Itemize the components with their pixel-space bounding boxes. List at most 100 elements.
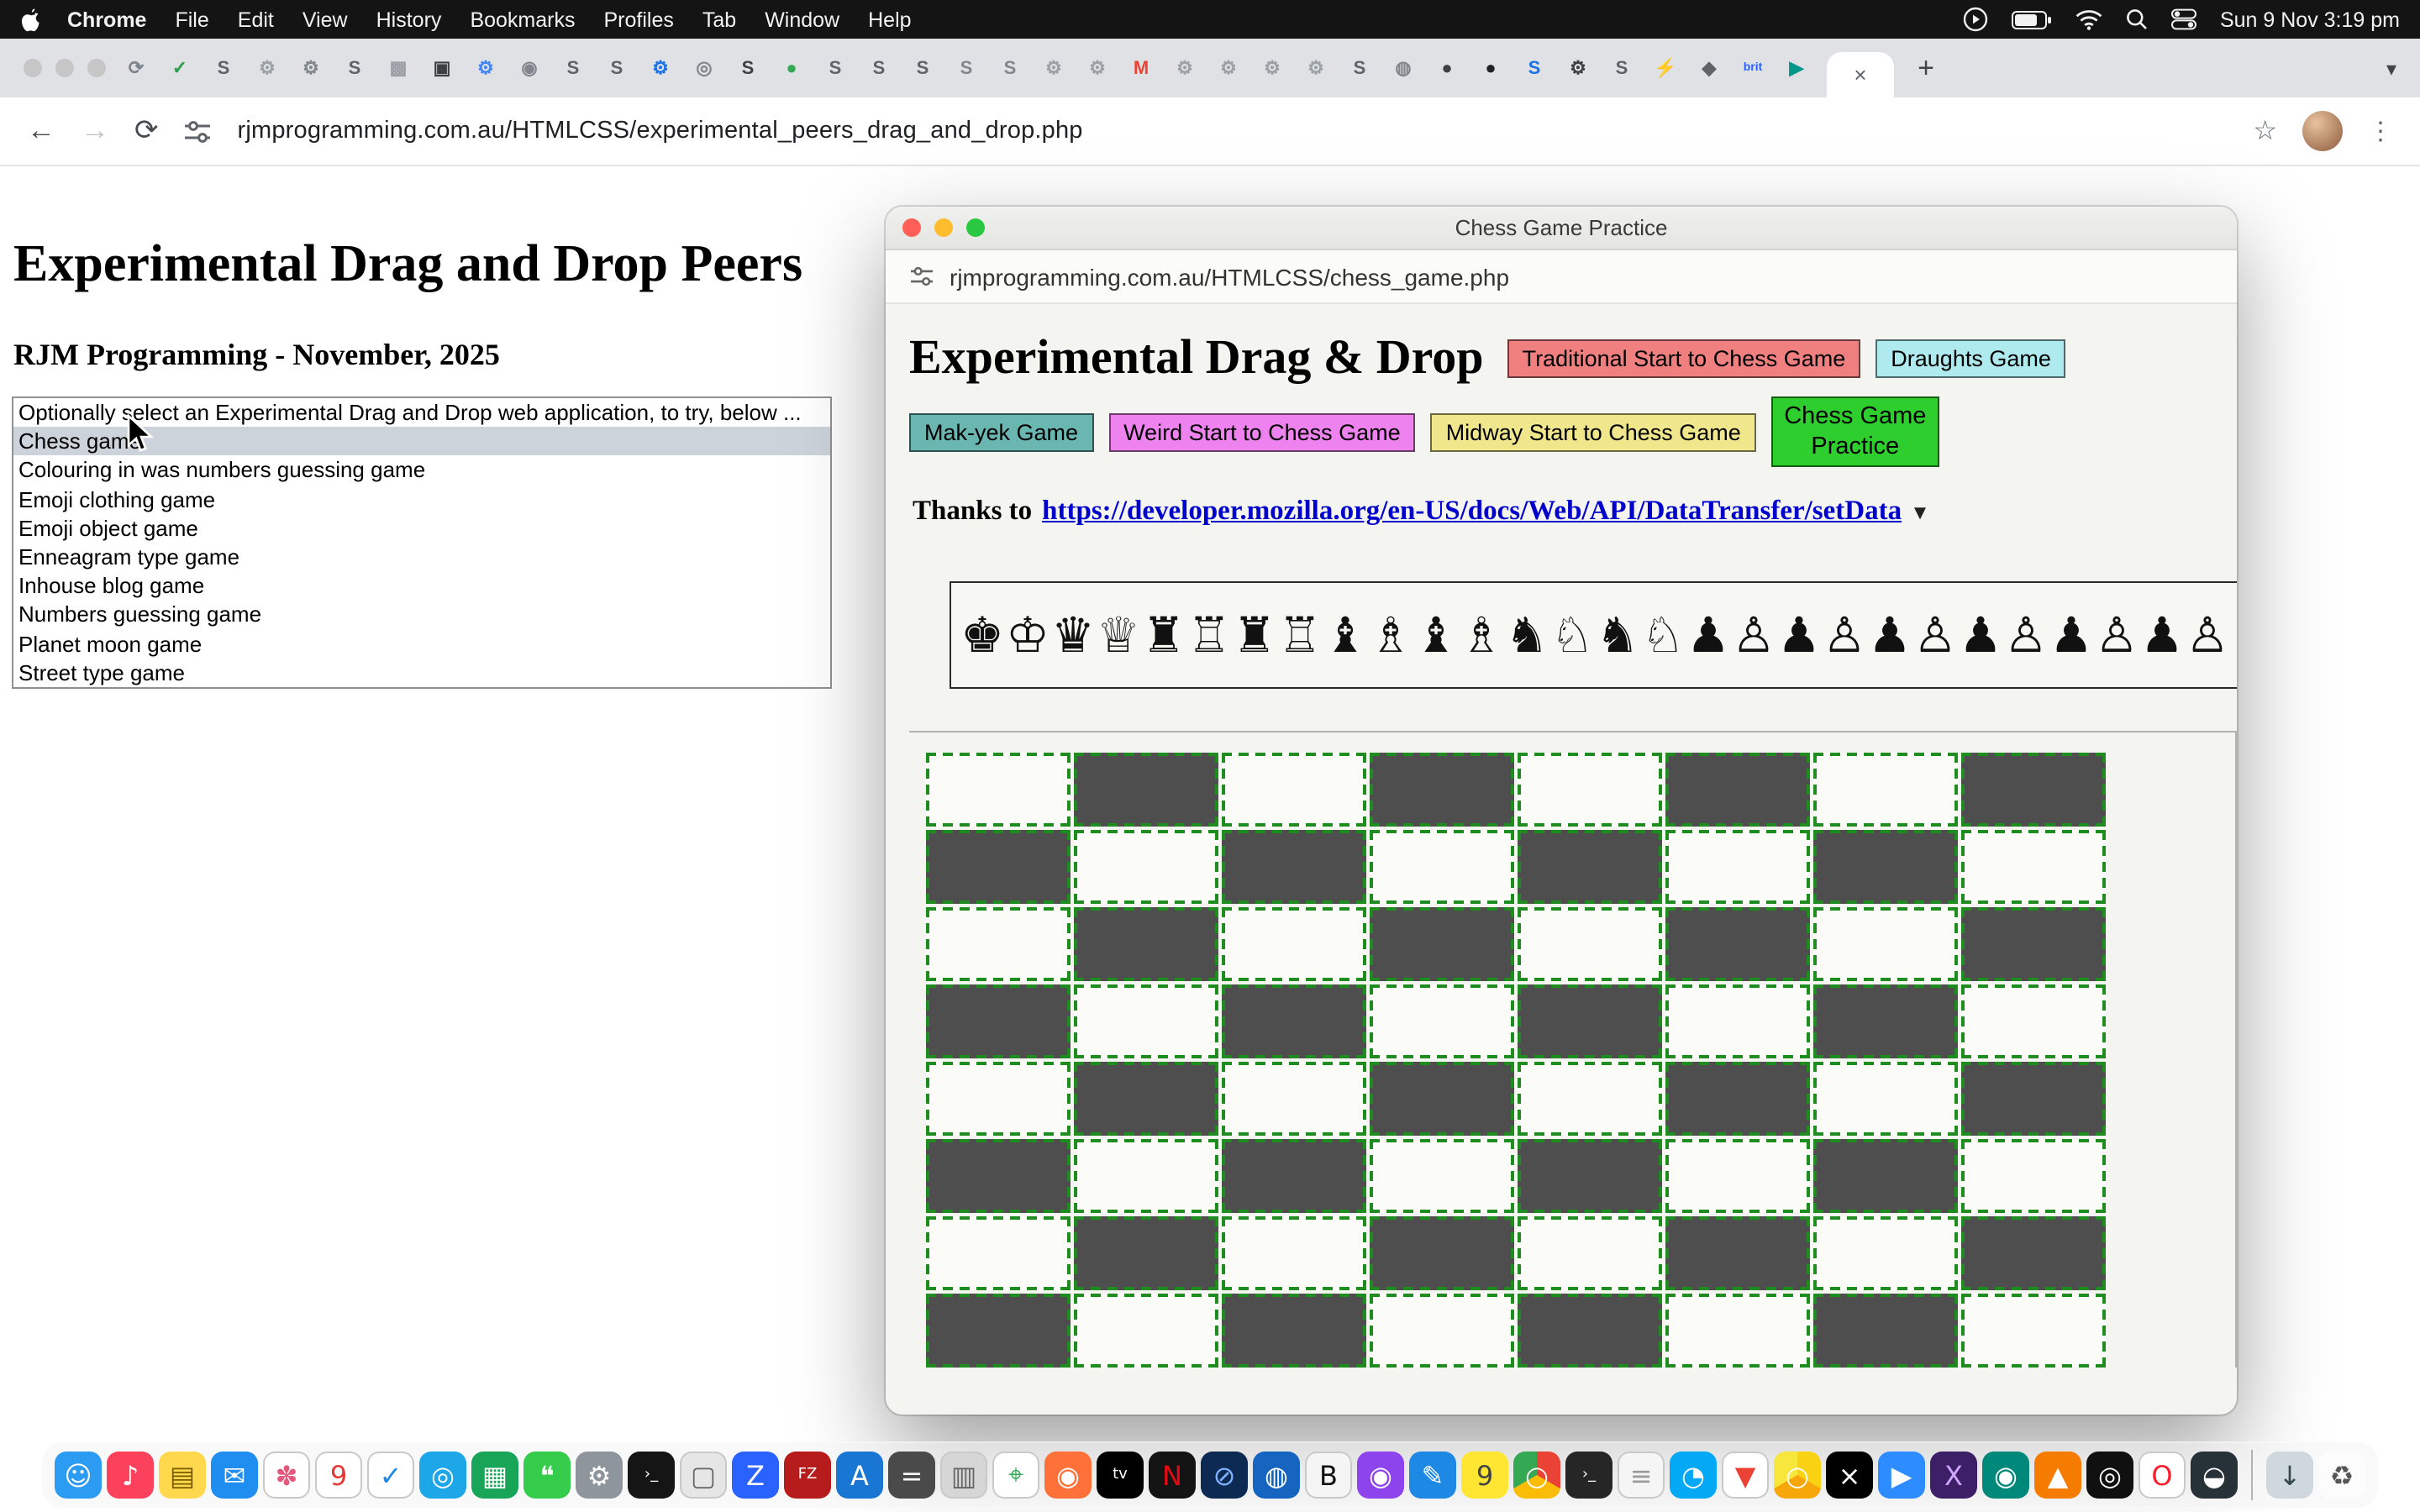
board-cell[interactable] [1074, 831, 1218, 905]
chess-piece[interactable]: ♟ [1686, 607, 1731, 664]
board-cell[interactable] [1665, 908, 1810, 982]
board-cell[interactable] [1665, 753, 1810, 827]
menu-profiles[interactable]: Profiles [604, 8, 674, 31]
board-cell[interactable] [1665, 831, 1810, 905]
pinned-tab-favicon[interactable]: ⚙ [647, 55, 674, 81]
chess-piece[interactable]: ♔ [1005, 607, 1050, 664]
board-cell[interactable] [1222, 831, 1366, 905]
board-cell[interactable] [1665, 1294, 1810, 1368]
wifi-icon[interactable] [2075, 9, 2102, 29]
dock-icon-reminders[interactable]: ✓ [367, 1452, 414, 1499]
battery-icon[interactable] [2012, 9, 2052, 29]
chess-piece[interactable]: ♚ [960, 607, 1005, 664]
chess-piece[interactable]: ♟ [2230, 607, 2237, 664]
board-cell[interactable] [1370, 985, 1514, 1059]
game-button[interactable]: Mak-yek Game [909, 412, 1093, 451]
dock-icon-music[interactable]: ♪ [107, 1452, 154, 1499]
pinned-tab-favicon[interactable]: ▩ [385, 55, 412, 81]
game-button[interactable]: Draughts Game [1876, 339, 2066, 378]
pinned-tab-favicon[interactable]: brit [1739, 55, 1766, 81]
pinned-tab-favicon[interactable]: ⚙ [1259, 55, 1286, 81]
pinned-tab-favicon[interactable]: S [603, 55, 630, 81]
pinned-tab-favicon[interactable]: S [734, 55, 761, 81]
pinned-tab-favicon[interactable]: M [1128, 55, 1155, 81]
pinned-tab-favicon[interactable]: ● [1434, 55, 1460, 81]
dock-icon-podcasts[interactable]: ◉ [1357, 1452, 1404, 1499]
dock-icon-terminal[interactable]: ›_ [628, 1452, 675, 1499]
board-cell[interactable] [1961, 1294, 2106, 1368]
dock-icon-quicktime[interactable]: ◔ [1670, 1452, 1717, 1499]
pinned-tab-favicon[interactable]: ⚙ [472, 55, 499, 81]
pinned-tab-favicon[interactable]: ▣ [429, 55, 455, 81]
board-cell[interactable] [1074, 908, 1218, 982]
bookmark-star-icon[interactable]: ☆ [2253, 114, 2277, 148]
dock-icon-chrome[interactable]: ○ [1513, 1452, 1560, 1499]
board-cell[interactable] [1370, 1140, 1514, 1214]
menu-bookmarks[interactable]: Bookmarks [470, 8, 575, 31]
chess-piece[interactable]: ♙ [1731, 607, 1776, 664]
pinned-tab-favicon[interactable]: S [1521, 55, 1548, 81]
back-icon[interactable]: ← [27, 114, 55, 148]
menu-edit[interactable]: Edit [238, 8, 274, 31]
chess-piece[interactable]: ♗ [1459, 607, 1504, 664]
chess-piece[interactable]: ♕ [1096, 607, 1141, 664]
popup-site-info-icon[interactable] [909, 265, 934, 287]
menu-chrome[interactable]: Chrome [67, 8, 146, 31]
popup-zoom-button[interactable] [966, 218, 985, 237]
chess-piece[interactable]: ♜ [1141, 607, 1186, 664]
dock-icon-close[interactable]: × [1826, 1452, 1873, 1499]
popup-title-bar[interactable]: Chess Game Practice [886, 207, 2237, 250]
board-cell[interactable] [1518, 1140, 1662, 1214]
board-cell[interactable] [1222, 908, 1366, 982]
listbox-option[interactable]: Colouring in was numbers guessing game [13, 456, 830, 485]
board-cell[interactable] [1665, 1063, 1810, 1137]
board-cell[interactable] [1813, 831, 1958, 905]
dock-icon-files[interactable]: ≡ [1618, 1452, 1665, 1499]
mdn-link[interactable]: https://developer.mozilla.org/en-US/docs… [1042, 495, 1902, 527]
dock-icon-vlc[interactable]: ▲ [2034, 1452, 2081, 1499]
profile-avatar[interactable] [2302, 111, 2343, 151]
pinned-tab-favicon[interactable]: S [865, 55, 892, 81]
dock-icon-firefox[interactable]: ◉ [1044, 1452, 1092, 1499]
chess-piece[interactable]: ♞ [1595, 607, 1640, 664]
board-cell[interactable] [1813, 908, 1958, 982]
board-cell[interactable] [1813, 1063, 1958, 1137]
board-cell[interactable] [1370, 831, 1514, 905]
menu-tab[interactable]: Tab [702, 8, 736, 31]
pinned-tab-favicon[interactable]: ⚡ [1652, 55, 1679, 81]
site-info-icon[interactable] [184, 118, 213, 144]
board-cell[interactable] [1074, 1217, 1218, 1291]
dock-icon-camera[interactable]: ◉ [1982, 1452, 2029, 1499]
pinned-tab-favicon[interactable]: ⚙ [1171, 55, 1198, 81]
menu-window[interactable]: Window [765, 8, 839, 31]
board-cell[interactable] [926, 1294, 1071, 1368]
board-cell[interactable] [926, 753, 1071, 827]
listbox-option[interactable]: Emoji object game [13, 514, 830, 543]
menu-clock[interactable]: Sun 9 Nov 3:19 pm [2220, 8, 2400, 31]
board-cell[interactable] [1665, 985, 1810, 1059]
chess-piece[interactable]: ♟ [1776, 607, 1822, 664]
dock-icon-opera[interactable]: O [2139, 1452, 2186, 1499]
dock-icon-mail[interactable]: ✉ [211, 1452, 258, 1499]
menu-history[interactable]: History [376, 8, 442, 31]
reload-icon[interactable]: ⟳ [134, 114, 159, 148]
browser-menu-icon[interactable]: ⋮ [2368, 116, 2393, 146]
chess-piece[interactable]: ♛ [1050, 607, 1096, 664]
chess-piece[interactable]: ♗ [1368, 607, 1413, 664]
board-cell[interactable] [1961, 753, 2106, 827]
board-cell[interactable] [1074, 753, 1218, 827]
game-button[interactable]: Weird Start to Chess Game [1108, 412, 1416, 451]
pinned-tab-favicon[interactable]: S [953, 55, 980, 81]
dock-icon-obs[interactable]: ◎ [2086, 1452, 2133, 1499]
screen-mirroring-icon[interactable] [1963, 7, 1988, 32]
dock-icon-trash[interactable]: ♻ [2318, 1452, 2365, 1499]
board-cell[interactable] [1074, 1294, 1218, 1368]
spotlight-search-icon[interactable] [2126, 8, 2148, 30]
close-tab-icon[interactable]: × [1854, 62, 1866, 87]
pinned-tab-favicon[interactable]: ✓ [166, 55, 193, 81]
chess-piece[interactable]: ♘ [1549, 607, 1595, 664]
dock-icon-shield[interactable]: ⊘ [1201, 1452, 1248, 1499]
dock-icon-netflix[interactable]: N [1149, 1452, 1196, 1499]
chess-piece[interactable]: ♜ [1232, 607, 1277, 664]
board-cell[interactable] [1222, 753, 1366, 827]
